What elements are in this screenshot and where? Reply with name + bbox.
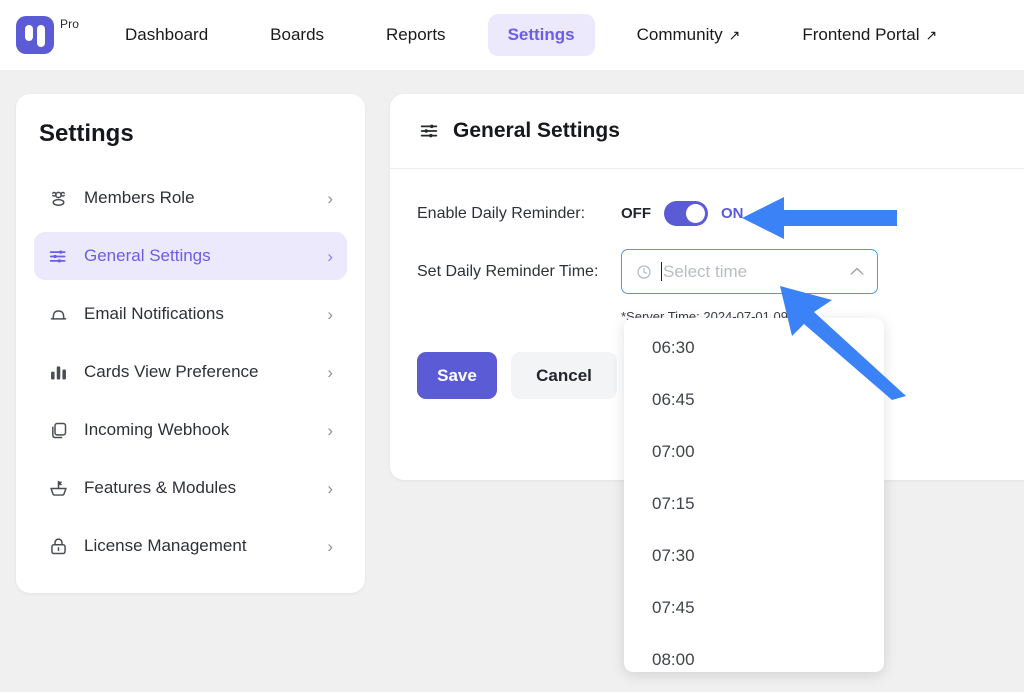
brand-logo[interactable]: Pro <box>16 16 79 54</box>
nav-item-dashboard[interactable]: Dashboard <box>105 14 228 56</box>
nav-item-label: Reports <box>386 25 446 44</box>
sidebar-item-label: Cards View Preference <box>84 362 259 381</box>
time-option[interactable]: 06:45 <box>624 374 884 426</box>
chevron-up-icon[interactable] <box>850 265 864 278</box>
nav-item-reports[interactable]: Reports <box>366 14 466 56</box>
sidebar-item-members-role[interactable]: Members Role › <box>34 174 347 222</box>
panel-header: General Settings <box>390 94 1024 169</box>
time-option[interactable]: 07:45 <box>624 582 884 634</box>
time-select-placeholder: Select time <box>663 261 748 281</box>
sidebar-item-label: License Management <box>84 536 247 555</box>
toggle-off-label: OFF <box>621 205 651 222</box>
time-select-input[interactable]: Select time <box>621 249 878 294</box>
toggle-knob <box>686 204 705 223</box>
chevron-right-icon: › <box>327 246 333 266</box>
sidebar-item-general-settings[interactable]: General Settings › <box>34 232 347 280</box>
sidebar-item-cards-view-preference[interactable]: Cards View Preference › <box>34 348 347 396</box>
sidebar-item-features-modules[interactable]: Features & Modules › <box>34 464 347 512</box>
nav-item-frontend-portal[interactable]: Frontend Portal ↗ <box>782 14 957 56</box>
nav-items: Dashboard Boards Reports Settings Commun… <box>105 14 957 56</box>
users-group-icon <box>46 186 70 210</box>
time-option[interactable]: 07:15 <box>624 478 884 530</box>
save-button[interactable]: Save <box>417 352 497 399</box>
sidebar-item-label: Email Notifications <box>84 304 224 323</box>
lock-icon <box>46 534 70 558</box>
sidebar-item-label: Incoming Webhook <box>84 420 230 439</box>
sidebar-item-label: Features & Modules <box>84 478 237 497</box>
sidebar-item-label: Members Role <box>84 188 195 207</box>
cancel-button[interactable]: Cancel <box>511 352 617 399</box>
chevron-right-icon: › <box>327 188 333 208</box>
enable-daily-reminder-label: Enable Daily Reminder: <box>417 204 586 222</box>
external-link-icon: ↗ <box>728 27 741 43</box>
sidebar-title: Settings <box>39 120 134 147</box>
top-navigation-bar: Pro Dashboard Boards Reports Settings Co… <box>0 0 1024 70</box>
page-title: General Settings <box>453 119 620 142</box>
time-option[interactable]: 06:30 <box>624 322 884 374</box>
settings-sidebar-card: Settings Members Role › General Settings… <box>16 94 365 593</box>
time-options-dropdown[interactable]: 06:30 06:45 07:00 07:15 07:30 07:45 08:0… <box>624 318 884 672</box>
bar-chart-icon <box>46 360 70 384</box>
sliders-icon <box>46 244 70 268</box>
chevron-right-icon: › <box>327 420 333 440</box>
time-option[interactable]: 07:30 <box>624 530 884 582</box>
nav-item-boards[interactable]: Boards <box>250 14 344 56</box>
copy-icon <box>46 418 70 442</box>
set-daily-reminder-time-label: Set Daily Reminder Time: <box>417 262 599 280</box>
bowl-flag-icon <box>46 476 70 500</box>
chevron-right-icon: › <box>327 536 333 556</box>
chevron-right-icon: › <box>327 362 333 382</box>
app-logo-icon <box>16 16 54 54</box>
toggle-on-label: ON <box>721 205 744 222</box>
chevron-right-icon: › <box>327 478 333 498</box>
chevron-right-icon: › <box>327 304 333 324</box>
nav-item-community[interactable]: Community ↗ <box>617 14 761 56</box>
sidebar-item-incoming-webhook[interactable]: Incoming Webhook › <box>34 406 347 454</box>
sliders-icon <box>417 119 441 143</box>
nav-item-label: Settings <box>507 25 575 44</box>
set-daily-reminder-time-row: Set Daily Reminder Time: Select time <box>417 249 1024 294</box>
text-cursor <box>661 262 662 281</box>
sidebar-item-email-notifications[interactable]: Email Notifications › <box>34 290 347 338</box>
enable-daily-reminder-toggle[interactable] <box>664 201 708 226</box>
enable-daily-reminder-row: Enable Daily Reminder: OFF ON <box>417 201 1024 226</box>
time-option[interactable]: 08:00 <box>624 634 884 672</box>
nav-item-label: Frontend Portal <box>802 25 920 44</box>
external-link-icon: ↗ <box>925 27 938 43</box>
nav-item-label: Dashboard <box>124 25 209 44</box>
sidebar-item-license-management[interactable]: License Management › <box>34 522 347 570</box>
clock-icon <box>636 264 652 280</box>
bell-icon <box>46 302 70 326</box>
time-option[interactable]: 07:00 <box>624 426 884 478</box>
sidebar-item-label: General Settings <box>84 246 211 265</box>
nav-item-label: Boards <box>270 25 325 44</box>
brand-pro-tag: Pro <box>60 17 79 31</box>
nav-item-settings[interactable]: Settings <box>487 14 595 56</box>
nav-item-label: Community <box>636 25 723 44</box>
